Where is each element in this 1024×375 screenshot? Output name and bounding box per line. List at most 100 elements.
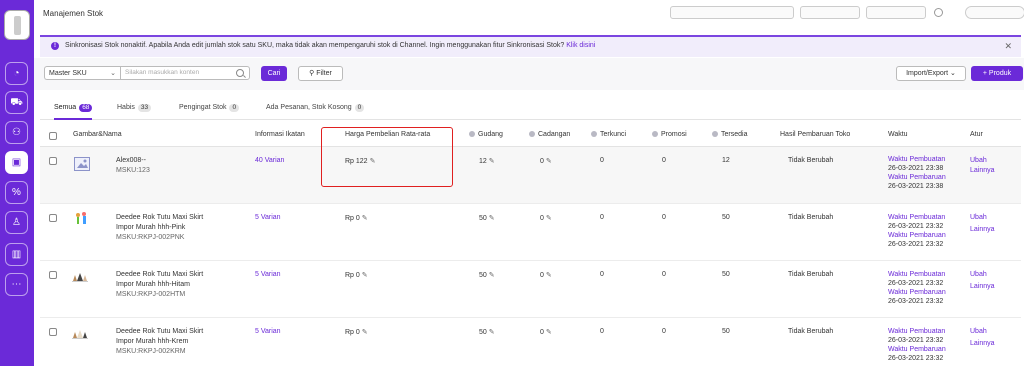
percent-icon[interactable]: % — [5, 181, 28, 204]
info-dot-icon — [529, 131, 535, 137]
user-icon[interactable]: ♙ — [5, 211, 28, 234]
top-menu-item[interactable] — [800, 6, 860, 19]
terkunci-value: 0 — [600, 214, 604, 221]
time-info: Waktu Pembuatan 26-03-2021 23:32 Waktu Pe… — [888, 271, 946, 305]
edit-icon[interactable]: ✎ — [362, 329, 368, 336]
terkunci-value: 0 — [600, 157, 604, 164]
product-name-line2: Impor Murah hhh-Krem — [116, 338, 189, 345]
cart-icon[interactable]: ⛟ — [5, 91, 28, 114]
time-info: Waktu Pembuatan 26-03-2021 23:38 Waktu Pe… — [888, 156, 946, 190]
row-checkbox[interactable] — [49, 214, 57, 222]
product-name-line2: Impor Murah hhh-Pink — [116, 224, 186, 231]
sidebar: ◔ ⛟ ⚇ ▣ % ♙ ▥ ⋯ — [0, 0, 34, 366]
terkunci-value: 0 — [600, 328, 604, 335]
edit-icon[interactable]: ✎ — [546, 215, 552, 222]
promosi-value: 0 — [662, 271, 666, 278]
product-name: Deedee Rok Tutu Maxi Skirt — [116, 271, 204, 278]
banner-text: Sinkronisasi Stok nonaktif. Apabila Anda… — [65, 42, 596, 49]
header-hasil-pembaruan: Hasil Pembaruan Toko — [780, 131, 851, 138]
search-box — [120, 66, 250, 80]
terkunci-value: 0 — [600, 271, 604, 278]
search-bar: Master SKU⌄ Cari ⚲ Filter Import/Export … — [34, 58, 1024, 90]
product-thumbnail — [72, 330, 88, 339]
edit-icon[interactable]: ✎ — [489, 158, 495, 165]
top-menu-item[interactable] — [866, 6, 926, 19]
update-result: Tidak Berubah — [788, 328, 834, 335]
row-checkbox[interactable] — [49, 328, 57, 336]
chart-icon[interactable]: ▥ — [5, 243, 28, 266]
tab-semua[interactable]: Semua 68 — [54, 104, 93, 120]
close-icon[interactable]: ✕ — [1004, 41, 1012, 52]
banner-link[interactable]: Klik disini — [566, 42, 595, 49]
table-row — [40, 147, 1021, 204]
header-gudang: Gudang — [469, 131, 503, 138]
edit-icon[interactable]: ✎ — [362, 215, 368, 222]
cadangan-value: 0 ✎ — [540, 272, 552, 279]
product-thumbnail — [76, 212, 86, 224]
network-icon[interactable]: ⚇ — [5, 121, 28, 144]
more-link[interactable]: Lainnya — [970, 283, 995, 290]
edit-icon[interactable]: ✎ — [362, 272, 368, 279]
product-name-line2: Impor Murah hhh-Hitam — [116, 281, 190, 288]
row-checkbox[interactable] — [49, 157, 57, 165]
product-msku: MSKU:RKPJ-002PNK — [116, 234, 185, 241]
app-logo[interactable] — [4, 10, 30, 40]
help-icon[interactable] — [934, 8, 943, 17]
image-placeholder-icon — [74, 157, 90, 171]
edit-icon[interactable]: ✎ — [546, 329, 552, 336]
row-checkbox[interactable] — [49, 271, 57, 279]
edit-icon[interactable]: ✎ — [546, 158, 552, 165]
edit-icon[interactable]: ✎ — [489, 215, 495, 222]
search-icon[interactable] — [236, 69, 244, 77]
edit-link[interactable]: Ubah — [970, 328, 987, 335]
variant-link[interactable]: 40 Varian — [255, 157, 284, 164]
dashboard-icon[interactable]: ◔ — [5, 62, 28, 85]
search-input[interactable] — [125, 69, 230, 76]
top-bar: Manajemen Stok — [34, 0, 1024, 30]
variant-link[interactable]: 5 Varian — [255, 328, 281, 335]
info-dot-icon — [712, 131, 718, 137]
select-all-checkbox[interactable] — [49, 132, 57, 140]
tab-pengingat-stok[interactable]: Pengingat Stok 0 — [179, 104, 240, 120]
promosi-value: 0 — [662, 157, 666, 164]
filter-button[interactable]: ⚲ Filter — [298, 66, 343, 81]
more-link[interactable]: Lainnya — [970, 226, 995, 233]
gudang-value: 50 ✎ — [479, 272, 495, 279]
header-info-ikatan: Informasi Ikatan — [255, 131, 305, 138]
box-icon[interactable]: ▣ — [5, 151, 28, 174]
variant-link[interactable]: 5 Varian — [255, 214, 281, 221]
product-name: Deedee Rok Tutu Maxi Skirt — [116, 328, 204, 335]
sku-type-select[interactable]: Master SKU ⌄ — [44, 66, 120, 80]
chevron-down-icon: ⌄ — [110, 70, 116, 77]
edit-icon[interactable]: ✎ — [489, 272, 495, 279]
search-button[interactable]: Cari — [261, 66, 287, 81]
import-export-button[interactable]: Import/Export ⌄ — [896, 66, 966, 81]
edit-icon[interactable]: ✎ — [546, 272, 552, 279]
table-row — [40, 318, 1021, 375]
variant-link[interactable]: 5 Varian — [255, 271, 281, 278]
edit-link[interactable]: Ubah — [970, 214, 987, 221]
top-menu-item[interactable] — [670, 6, 794, 19]
add-product-button[interactable]: + Produk — [971, 66, 1023, 81]
product-name: Deedee Rok Tutu Maxi Skirt — [116, 214, 204, 221]
gudang-value: 50 ✎ — [479, 329, 495, 336]
product-msku: MSKU:123 — [116, 167, 150, 174]
user-menu[interactable] — [965, 6, 1024, 19]
edit-link[interactable]: Ubah — [970, 271, 987, 278]
time-info: Waktu Pembuatan 26-03-2021 23:32 Waktu Pe… — [888, 214, 946, 248]
cadangan-value: 0 ✎ — [540, 158, 552, 165]
purchase-price: Rp 0 ✎ — [345, 215, 368, 222]
time-info: Waktu Pembuatan 26-03-2021 23:32 Waktu Pe… — [888, 328, 946, 362]
header-atur: Atur — [970, 131, 983, 138]
info-dot-icon — [652, 131, 658, 137]
edit-link[interactable]: Ubah — [970, 157, 987, 164]
edit-icon[interactable]: ✎ — [489, 329, 495, 336]
more-link[interactable]: Lainnya — [970, 340, 995, 347]
tersedia-value: 50 — [722, 328, 730, 335]
tab-habis[interactable]: Habis 33 — [117, 104, 152, 120]
tab-ada-pesanan[interactable]: Ada Pesanan, Stok Kosong 0 — [266, 104, 365, 120]
purchase-price: Rp 0 ✎ — [345, 329, 368, 336]
stock-tabs: Semua 68 Habis 33 Pengingat Stok 0 Ada Pesa… — [40, 100, 1021, 120]
chat-icon[interactable]: ⋯ — [5, 273, 28, 296]
more-link[interactable]: Lainnya — [970, 167, 995, 174]
